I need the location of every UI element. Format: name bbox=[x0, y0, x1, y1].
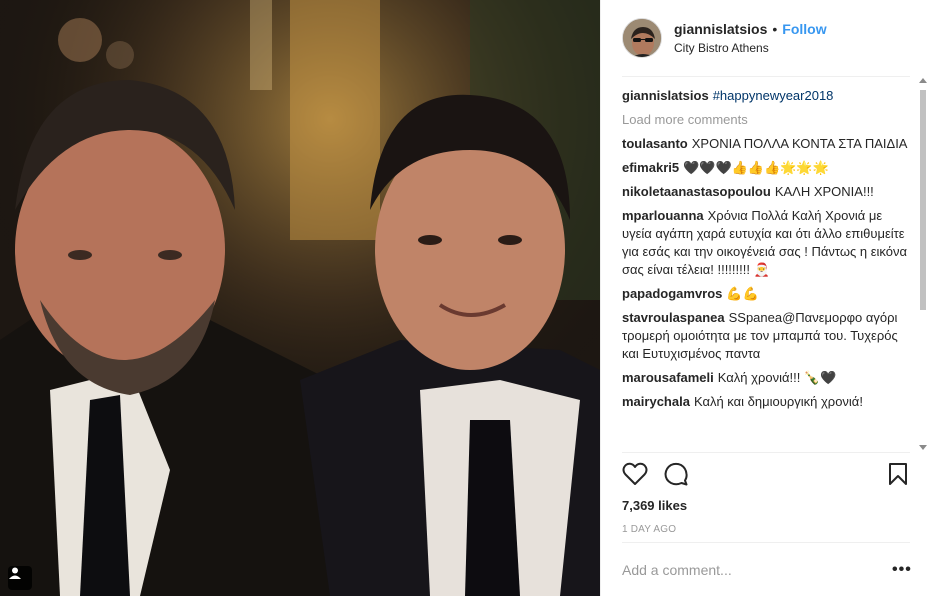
comment-text: 💪💪 bbox=[726, 286, 759, 301]
location-link[interactable]: City Bistro Athens bbox=[674, 41, 827, 55]
list-item: toulasanto ΧΡΟΝΙΑ ΠΟΛΛΑ ΚΟΝΤΑ ΣΤΑ ΠΑΙΔΙΑ bbox=[622, 135, 908, 153]
speech-bubble-icon[interactable] bbox=[664, 462, 688, 489]
list-item: marousafameli Καλή χρονιά!!! 🍾🖤 bbox=[622, 369, 908, 387]
likes-count[interactable]: 7,369 likes bbox=[622, 498, 687, 513]
comments-scrollbar[interactable] bbox=[918, 76, 928, 452]
comment-username[interactable]: papadogamvros bbox=[622, 286, 722, 301]
list-item: mparlouanna Χρόνια Πολλά Καλή Χρονιά με υ… bbox=[622, 207, 908, 279]
scrollbar-thumb[interactable] bbox=[920, 90, 926, 310]
instagram-post-view: giannislatsios • Follow City Bistro Athe… bbox=[0, 0, 929, 596]
scroll-down-arrow-icon[interactable] bbox=[919, 445, 927, 450]
load-more-comments-button[interactable]: Load more comments bbox=[622, 111, 908, 129]
comment-username[interactable]: marousafameli bbox=[622, 370, 714, 385]
divider bbox=[622, 452, 910, 453]
comment-username[interactable]: nikoletaanastasopoulou bbox=[622, 184, 771, 199]
comment-text: ΚΑΛΗ ΧΡΟΝΙΑ!!! bbox=[774, 184, 874, 199]
list-item: papadogamvros 💪💪 bbox=[622, 285, 908, 303]
caption: giannislatsios #happynewyear2018 bbox=[622, 87, 908, 105]
comment-text: 🖤🖤🖤👍👍👍🌟🌟🌟 bbox=[683, 160, 829, 175]
comment-username[interactable]: efimakri5 bbox=[622, 160, 679, 175]
action-bar bbox=[622, 462, 912, 490]
scroll-up-arrow-icon[interactable] bbox=[919, 78, 927, 83]
follow-button[interactable]: Follow bbox=[782, 21, 826, 37]
post-timestamp[interactable]: 1 DAY AGO bbox=[622, 524, 676, 535]
separator-dot: • bbox=[772, 21, 778, 37]
comments-list: giannislatsios #happynewyear2018 Load mor… bbox=[622, 87, 908, 451]
post-header: giannislatsios • Follow City Bistro Athe… bbox=[622, 16, 827, 60]
comment-text: ΧΡΟΝΙΑ ΠΟΛΛΑ ΚΟΝΤΑ ΣΤΑ ΠΑΙΔΙΑ bbox=[691, 136, 908, 151]
comment-username[interactable]: stavroulaspanea bbox=[622, 310, 725, 325]
add-comment-input[interactable] bbox=[622, 554, 872, 586]
list-item: stavroulaspanea SSpanea@Πανεμορφο αγόρι τ… bbox=[622, 309, 908, 363]
heart-outline-icon[interactable] bbox=[622, 462, 648, 489]
divider bbox=[622, 76, 910, 77]
comment-username[interactable]: mairychala bbox=[622, 394, 690, 409]
avatar[interactable] bbox=[622, 18, 662, 58]
post-username[interactable]: giannislatsios bbox=[674, 21, 767, 37]
comment-text: Καλή χρονιά!!! 🍾🖤 bbox=[717, 370, 837, 385]
photo-illustration bbox=[0, 0, 600, 596]
more-options-icon[interactable]: ••• bbox=[892, 562, 912, 578]
comment-username[interactable]: mparlouanna bbox=[622, 208, 704, 223]
list-item: efimakri5 🖤🖤🖤👍👍👍🌟🌟🌟 bbox=[622, 159, 908, 177]
hashtag-link[interactable]: #happynewyear2018 bbox=[713, 88, 834, 103]
list-item: nikoletaanastasopoulou ΚΑΛΗ ΧΡΟΝΙΑ!!! bbox=[622, 183, 908, 201]
list-item: mairychala Καλή και δημιουργική χρονιά! bbox=[622, 393, 908, 411]
user-tag-icon[interactable] bbox=[8, 566, 32, 590]
bookmark-icon[interactable] bbox=[888, 462, 908, 489]
divider bbox=[622, 542, 910, 543]
comment-username[interactable]: toulasanto bbox=[622, 136, 688, 151]
caption-username[interactable]: giannislatsios bbox=[622, 88, 709, 103]
comment-text: Καλή και δημιουργική χρονιά! bbox=[693, 394, 863, 409]
post-photo[interactable] bbox=[0, 0, 600, 596]
